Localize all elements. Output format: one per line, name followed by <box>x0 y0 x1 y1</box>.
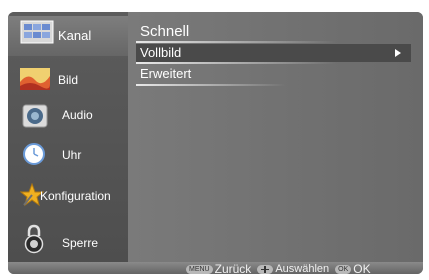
sidebar-item-uhr[interactable]: Uhr <box>8 136 128 170</box>
footer-hint-bar: MENU Zurück Auswählen OK OK <box>8 262 423 274</box>
lock-icon <box>24 224 44 254</box>
submenu-panel: Schnell Vollbild Erweitert <box>128 12 423 262</box>
select-hint[interactable]: Auswählen <box>257 263 329 274</box>
sidebar-item-bild[interactable]: Bild <box>8 62 128 96</box>
sidebar-item-label: Sperre <box>62 236 99 250</box>
osd-menu: Kanal Bild Audio Uhr Konfiguration Sperr… <box>8 12 423 274</box>
divider <box>136 62 336 64</box>
menu-item-label: Erweitert <box>140 66 192 81</box>
sidebar-item-label: Uhr <box>62 148 82 162</box>
menu-item-vollbild[interactable]: Vollbild <box>136 44 411 62</box>
sidebar-item-sperre[interactable]: Sperre <box>8 224 128 258</box>
back-label: Zurück <box>214 262 252 274</box>
sidebar-item-label: Bild <box>58 73 79 87</box>
clock-icon <box>23 143 45 165</box>
ok-hint[interactable]: OK OK <box>335 262 371 274</box>
tv-channel-icon <box>20 20 54 44</box>
menu-item-erweitert[interactable]: Erweitert <box>136 65 411 83</box>
arrow-right-icon <box>395 49 401 57</box>
divider <box>136 84 286 86</box>
speaker-icon <box>22 104 48 128</box>
sidebar-item-konfiguration[interactable]: Konfiguration <box>8 177 128 211</box>
ok-key-icon: OK <box>335 264 352 274</box>
menu-key-icon: MENU <box>186 264 213 274</box>
back-hint[interactable]: MENU Zurück <box>186 262 251 274</box>
menu-item-label: Vollbild <box>140 45 182 60</box>
sidebar: Kanal Bild Audio Uhr Konfiguration Sperr… <box>8 12 128 262</box>
sidebar-item-label: Konfiguration <box>40 189 111 203</box>
sidebar-item-label: Kanal <box>58 28 92 43</box>
sidebar-item-kanal[interactable]: Kanal <box>8 16 128 56</box>
sidebar-item-audio[interactable]: Audio <box>8 98 128 132</box>
ok-label: OK <box>353 262 371 274</box>
divider <box>136 41 336 43</box>
dpad-icon <box>257 264 274 274</box>
select-label: Auswählen <box>275 263 330 274</box>
menu-item-label: Schnell <box>140 23 190 40</box>
picture-icon <box>20 68 50 90</box>
menu-item-schnell[interactable]: Schnell <box>136 23 411 41</box>
sidebar-item-label: Audio <box>62 108 93 122</box>
